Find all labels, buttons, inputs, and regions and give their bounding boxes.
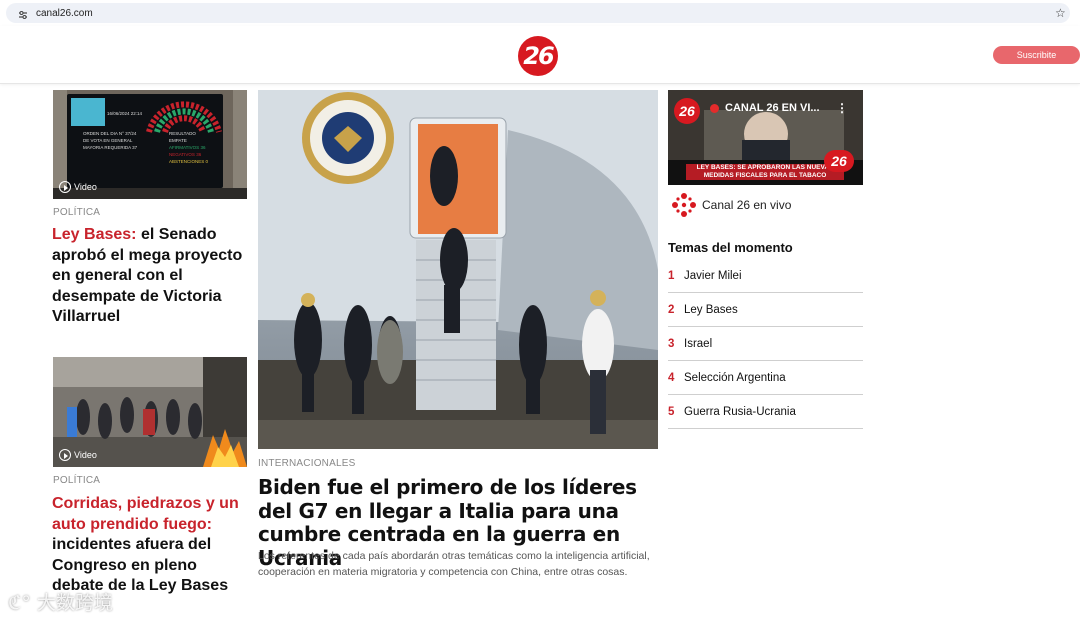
board-line: EMPATE <box>169 138 187 143</box>
trending-label: Israel <box>684 337 713 350</box>
card1-headline-highlight: Ley Bases: <box>52 226 137 243</box>
banner-line-1: LEY BASES: SE APROBARON LAS NUEVAS <box>696 164 834 171</box>
watermark-icon: ℭ° <box>8 592 31 614</box>
board-row: NEGATIVOS 36 <box>169 152 202 157</box>
trending-item[interactable]: 5 Guerra Rusia-Ucrania <box>668 395 863 429</box>
trending-item[interactable]: 2 Ley Bases <box>668 293 863 327</box>
play-icon <box>59 449 71 461</box>
trending-item[interactable]: 4 Selección Argentina <box>668 361 863 395</box>
trending-number: 2 <box>668 303 675 316</box>
board-line: RESULTADO <box>169 131 196 136</box>
board-row: ABSTENCIONES 0 <box>169 159 209 164</box>
trending-item[interactable]: 1 Javier Milei <box>668 259 863 293</box>
video-badge[interactable]: Video <box>59 181 97 193</box>
bookmark-star-icon[interactable]: ☆ <box>1055 7 1066 19</box>
trending-label: Ley Bases <box>684 303 738 316</box>
live-dot-icon <box>710 104 719 113</box>
subscribe-button[interactable]: Suscribite <box>993 46 1080 64</box>
live-channel-link[interactable]: Canal 26 en vivo <box>702 198 791 212</box>
canal26-logo[interactable]: 26 <box>518 36 558 76</box>
card2-headline[interactable]: Corridas, piedrazos y un auto prendido f… <box>52 494 252 597</box>
channel-watermark-logo: 26 <box>824 150 854 172</box>
live-channel-title: CANAL 26 EN VI... <box>725 102 820 114</box>
air-force-one-illustration <box>258 90 658 449</box>
trending-number: 5 <box>668 405 675 418</box>
senate-vote-image[interactable]: 16/06/2024 22:14 ORDEN DEL DIA N° 37/24 … <box>53 90 247 199</box>
board-text: 16/06/2024 22:14 ORDEN DEL DIA N° 37/24 … <box>83 111 208 164</box>
protest-image[interactable]: Video <box>53 357 247 467</box>
card2-headline-highlight: Corridas, piedrazos y un auto prendido f… <box>52 495 239 533</box>
trending-number: 4 <box>668 371 675 384</box>
live-video-player[interactable]: 26 CANAL 26 EN VI... ⋮ LEY BASES: SE APR… <box>668 90 863 185</box>
trending-number: 3 <box>668 337 675 350</box>
board-date: 16/06/2024 22:14 <box>107 111 143 116</box>
trending-number: 1 <box>668 269 675 282</box>
live-news-banner: LEY BASES: SE APROBARON LAS NUEVAS MEDID… <box>686 164 844 180</box>
trending-label: Guerra Rusia-Ucrania <box>684 405 796 418</box>
trending-title: Temas del momento <box>668 240 793 255</box>
site-header: 26 Suscribite <box>0 26 1080 84</box>
video-label: Video <box>74 182 97 192</box>
browser-address-bar: canal26.com ☆ <box>0 0 1080 26</box>
video-badge[interactable]: Video <box>59 449 97 461</box>
card1-section[interactable]: POLÍTICA <box>53 207 100 218</box>
site-settings-icon[interactable] <box>18 10 28 20</box>
more-options-icon[interactable]: ⋮ <box>836 101 848 115</box>
main-story-section[interactable]: INTERNACIONALES <box>258 458 355 469</box>
live-channel-icon <box>672 193 696 217</box>
trending-item[interactable]: 3 Israel <box>668 327 863 361</box>
card2-headline-rest: incidentes afuera del Congreso en pleno … <box>52 536 229 594</box>
board-row: AFIRMATIVOS 36 <box>169 145 206 150</box>
main-story-image[interactable] <box>258 90 658 449</box>
trending-label: Selección Argentina <box>684 371 786 384</box>
banner-line-2: MEDIDAS FISCALES PARA EL TABACO <box>703 172 827 179</box>
url-text: canal26.com <box>36 8 93 19</box>
card1-headline[interactable]: Ley Bases: el Senado aprobó el mega proy… <box>52 225 252 328</box>
card2-section[interactable]: POLÍTICA <box>53 475 100 486</box>
channel-logo-small: 26 <box>674 98 700 124</box>
main-story-excerpt: Los referentes de cada país abordarán ot… <box>258 550 650 578</box>
url-field[interactable]: canal26.com ☆ <box>6 3 1070 23</box>
play-icon <box>59 181 71 193</box>
board-result: RESULTADO EMPATE AFIRMATIVOS 36 NEGATIVO… <box>169 130 209 165</box>
watermark-logo: ℭ° 大数跨境 <box>8 588 113 615</box>
trending-label: Javier Milei <box>684 269 742 282</box>
watermark-text: 大数跨境 <box>36 592 113 614</box>
video-label: Video <box>74 450 97 460</box>
